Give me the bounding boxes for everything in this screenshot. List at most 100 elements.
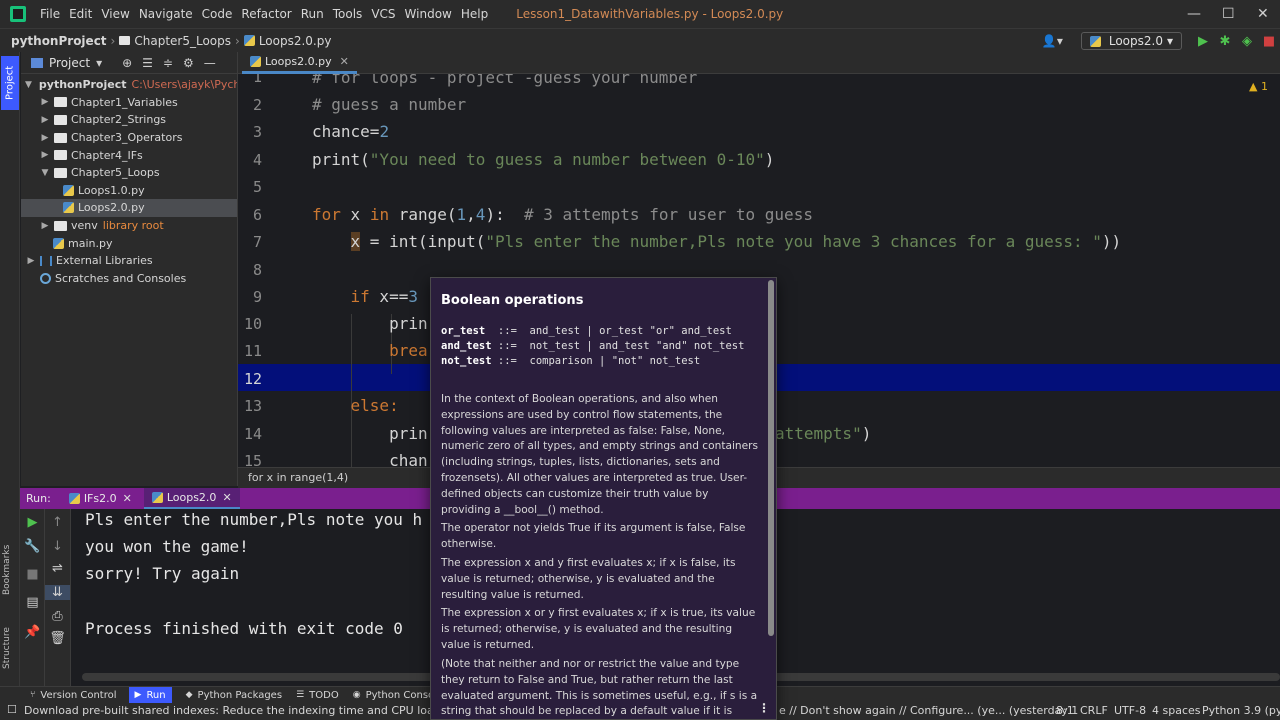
window-title: Lesson1_DatawithVariables.py - Loops2.0.… [516,7,784,21]
menu-view[interactable]: View [101,7,129,21]
tree-item-chapter3[interactable]: ▶ Chapter3_Operators [21,129,237,147]
layout-icon[interactable]: ▤ [20,595,45,610]
tree-item-chapter1[interactable]: ▶ Chapter1_Variables [21,94,237,112]
menu-refactor[interactable]: Refactor [241,7,291,21]
pin-icon[interactable]: 📌 [20,625,45,640]
minimize-icon[interactable]: — [1187,6,1201,22]
tree-root-project[interactable]: ▼ pythonProject C:\Users\ajayk\Pycharm [21,76,237,94]
expand-all-icon[interactable]: ≑ [163,56,173,70]
tree-item-label: Loops2.0.py [78,201,145,215]
indent-setting[interactable]: 4 spaces [1152,704,1201,717]
maximize-icon[interactable]: ☐ [1222,6,1235,22]
tree-item-chapter2[interactable]: ▶ Chapter2_Strings [21,111,237,129]
more-options-icon[interactable]: ⋮ [758,701,770,715]
caret-position[interactable]: 8:1 [1056,704,1074,717]
menu-window[interactable]: Window [405,7,452,21]
todo-icon: ☰ [296,690,305,700]
line-number: 11 [243,342,262,360]
tree-item-main[interactable]: main.py [21,234,237,252]
close-tab-icon[interactable]: ✕ [340,55,349,68]
menu-navigate[interactable]: Navigate [139,7,193,21]
scroll-to-end-icon[interactable]: ⇊ [45,585,70,600]
collapse-all-icon[interactable]: ☰ [142,56,153,70]
python-packages-tool-button[interactable]: ◆ Python Packages [186,690,282,701]
doc-paragraph: The expression x or y first evaluates x;… [441,607,756,651]
code-line-10: prin [389,314,428,333]
tree-item-chapter5[interactable]: ▼ Chapter5_Loops [21,164,237,182]
run-tab-loops2[interactable]: Loops2.0 ✕ [143,488,240,509]
tree-item-scratches[interactable]: Scratches and Consoles [21,270,237,288]
stop-icon[interactable]: ■ [20,567,45,582]
bookmarks-tool-button[interactable]: Bookmarks [2,540,18,600]
run-tool-button[interactable]: ▶ Run [128,686,172,704]
arrow-down-icon[interactable]: ↓ [45,539,70,554]
menu-help[interactable]: Help [461,7,488,21]
project-panel: Project ▾ ⊕ ☰ ≑ ⚙ — ▼ pythonProject C:\U… [21,52,238,486]
tree-item-venv[interactable]: ▶ venv library root [21,217,237,235]
chevron-right-icon: ▶ [27,255,35,266]
version-control-tool-button[interactable]: ⑂ Version Control [30,690,117,701]
structure-tool-button[interactable]: Structure [2,620,18,676]
gear-icon[interactable]: ⚙ [183,56,194,70]
line-separator[interactable]: CRLF [1080,704,1108,717]
breadcrumb-project[interactable]: pythonProject [11,34,107,48]
warning-indicator[interactable]: ▲ 1 [1249,80,1268,93]
close-tab-icon[interactable]: ✕ [222,491,231,504]
documentation-popup[interactable]: Boolean operations or_test ::= and_test … [430,277,777,720]
menu-code[interactable]: Code [202,7,233,21]
editor-tab-loops2[interactable]: Loops2.0.py ✕ [242,52,357,74]
menu-file[interactable]: File [40,7,60,21]
code-line-9: if x==3 [350,287,418,306]
arrow-up-icon[interactable]: ↑ [45,515,70,530]
debug-icon[interactable]: ✱ [1214,34,1236,49]
code-line-13: else: [350,396,399,415]
breadcrumb-folder[interactable]: Chapter5_Loops [119,34,231,48]
run-tab-label: IFs2.0 [83,492,117,505]
project-panel-title[interactable]: Project [49,56,90,70]
status-message[interactable]: Download pre-built shared indexes: Reduc… [24,704,500,717]
menu-vcs[interactable]: VCS [371,7,395,21]
close-tab-icon[interactable]: ✕ [123,492,132,505]
menu-edit[interactable]: Edit [69,7,92,21]
run-tab-ifs2[interactable]: IFs2.0 ✕ [68,492,132,505]
menu-run[interactable]: Run [301,7,324,21]
tree-item-external-libraries[interactable]: ▶ External Libraries [21,252,237,270]
chevron-down-icon: ▼ [41,167,49,178]
trash-icon[interactable]: 🗑 [45,631,70,646]
target-icon[interactable]: ⊕ [122,56,132,70]
tree-item-loops1[interactable]: Loops1.0.py [21,182,237,200]
file-encoding[interactable]: UTF-8 [1114,704,1146,717]
close-window-icon[interactable]: ✕ [1257,6,1269,22]
soft-wrap-icon[interactable]: ⇌ [45,561,70,576]
tree-item-loops2[interactable]: Loops2.0.py [21,199,237,217]
run-config-label: Loops2.0 [1108,34,1163,48]
python-interpreter[interactable]: Python 3.9 (python [1202,704,1280,717]
doc-scrollbar[interactable] [768,280,774,636]
code-line-14: prin [389,424,428,443]
code-line-11: brea [389,341,428,360]
project-tool-button[interactable]: Project [1,56,19,110]
run-icon[interactable]: ▶ [1192,34,1214,49]
status-message-tail[interactable]: e // Don't show again // Configure... (y… [779,704,1078,717]
console-output-line: you won the game! [85,537,249,556]
todo-tool-button[interactable]: ☰ TODO [296,690,339,701]
menu-tools[interactable]: Tools [333,7,363,21]
tree-item-label: Chapter1_Variables [71,95,178,109]
rerun-icon[interactable]: ▶ [20,515,45,530]
breadcrumb-file[interactable]: Loops2.0.py [243,34,331,48]
stop-icon[interactable]: ■ [1258,34,1280,49]
tree-item-chapter4[interactable]: ▶ Chapter4_IFs [21,146,237,164]
notification-icon[interactable]: ☐ [7,703,17,716]
account-icon[interactable]: 👤▾ [1042,34,1063,48]
hide-panel-icon[interactable]: — [204,56,216,70]
code-line-14-tail: attempts") [775,424,872,443]
run-configuration-selector[interactable]: Loops2.0 ▾ [1080,32,1182,50]
coverage-icon[interactable]: ◈ [1236,34,1258,49]
tree-item-label: venv [71,219,98,233]
print-icon[interactable]: ⎙ [45,609,70,624]
line-number: 3 [252,123,262,141]
chevron-down-icon[interactable]: ▾ [96,56,102,70]
line-number: 14 [243,425,262,443]
doc-paragraph: The expression x and y first evaluates x… [441,557,736,601]
wrench-icon[interactable]: 🔧 [20,539,45,554]
